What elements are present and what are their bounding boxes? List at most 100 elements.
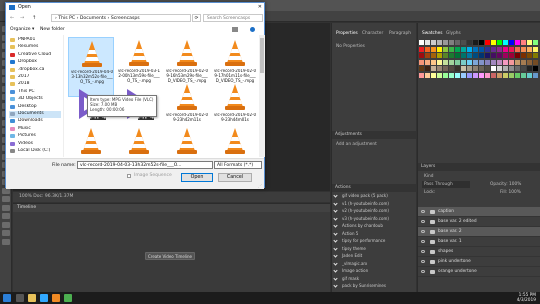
taskbar-clock[interactable]: 1:55 PM 4/3/2019 <box>517 293 536 303</box>
cancel-dialog-button[interactable]: Cancel <box>218 173 252 182</box>
nav-item[interactable]: Pictures <box>9 133 61 140</box>
swatch[interactable] <box>509 46 514 52</box>
help-icon[interactable] <box>250 27 255 32</box>
swatch[interactable] <box>509 66 514 71</box>
swatch[interactable] <box>449 59 454 65</box>
swatch[interactable] <box>443 59 448 65</box>
swatch[interactable] <box>515 66 520 71</box>
layers-kind-filter[interactable]: Kind <box>422 173 435 180</box>
action-item[interactable]: v1 (h-youtubeinfo.com) <box>332 201 417 208</box>
checkmark-icon[interactable] <box>333 223 338 228</box>
tool-icon[interactable] <box>2 196 10 202</box>
swatch[interactable] <box>533 53 538 58</box>
swatch[interactable] <box>503 66 508 71</box>
swatch[interactable] <box>479 59 484 65</box>
up-icon[interactable]: ↑ <box>32 15 36 21</box>
swatch[interactable] <box>503 72 508 78</box>
swatch[interactable] <box>491 59 496 65</box>
swatch[interactable] <box>431 59 436 65</box>
nav-item[interactable]: 2017 <box>9 74 61 81</box>
swatch[interactable] <box>503 40 508 45</box>
action-item[interactable]: pack by Sunrisemines <box>332 283 417 290</box>
swatch[interactable] <box>431 53 436 58</box>
tab-swatches[interactable]: Swatches <box>420 30 445 37</box>
swatch[interactable] <box>527 53 532 58</box>
swatch[interactable] <box>473 59 478 65</box>
swatch[interactable] <box>419 53 424 58</box>
vlc-icon[interactable] <box>52 294 60 302</box>
checkmark-icon[interactable] <box>333 230 338 236</box>
swatch[interactable] <box>473 40 478 45</box>
nav-item[interactable]: Resumes <box>9 44 61 51</box>
action-item[interactable]: tipsy theme <box>332 246 417 253</box>
swatch[interactable] <box>425 53 430 58</box>
file-item[interactable]: vlc-record-2019-02-09-23h42m11 <box>68 125 114 157</box>
swatch[interactable] <box>515 46 520 52</box>
layer-row[interactable]: base var. 2 edited <box>418 217 540 227</box>
nav-item[interactable]: Local Disk (C:) <box>9 148 61 155</box>
swatch[interactable] <box>533 59 538 65</box>
blend-mode-select[interactable]: Pass Through <box>422 181 470 188</box>
eye-icon[interactable] <box>421 250 425 253</box>
checkmark-icon[interactable] <box>333 253 338 258</box>
layer-row[interactable]: shapes <box>418 247 540 257</box>
swatch[interactable] <box>467 53 472 58</box>
swatch[interactable] <box>461 53 466 58</box>
image-sequence-checkbox[interactable] <box>127 174 131 178</box>
swatch[interactable] <box>437 53 442 58</box>
swatch[interactable] <box>515 40 520 45</box>
checkmark-icon[interactable] <box>333 238 338 243</box>
create-video-timeline-button[interactable]: Create Video Timeline <box>145 252 195 260</box>
swatch[interactable] <box>479 66 484 71</box>
swatch[interactable] <box>485 66 490 71</box>
swatch[interactable] <box>527 40 532 45</box>
swatch[interactable] <box>521 66 526 71</box>
file-name-input[interactable]: vlc-record-2019-04-03-13h32m52s-file___O… <box>77 161 213 169</box>
open-button[interactable]: Open <box>181 173 213 182</box>
organize-button[interactable]: Organize ▾ <box>10 27 34 32</box>
swatch[interactable] <box>503 53 508 58</box>
layer-row[interactable]: base var. 1 <box>418 237 540 247</box>
action-item[interactable]: _vlmagic.arx <box>332 261 417 268</box>
action-item[interactable]: tipsy for performance <box>332 238 417 245</box>
swatch[interactable] <box>449 46 454 52</box>
swatch[interactable] <box>521 72 526 78</box>
layer-row[interactable]: orange undertone <box>418 267 540 277</box>
search-input[interactable]: Search Screencasps <box>203 14 263 22</box>
fill-field[interactable]: Fill: 100% <box>498 189 523 196</box>
swatch[interactable] <box>527 66 532 71</box>
close-icon[interactable]: ✕ <box>258 4 262 10</box>
swatches-grid[interactable] <box>419 40 538 102</box>
checkmark-icon[interactable] <box>333 268 338 273</box>
tab-character[interactable]: Character <box>360 30 385 37</box>
swatch[interactable] <box>455 46 460 52</box>
swatch[interactable] <box>443 46 448 52</box>
swatch[interactable] <box>533 72 538 78</box>
scrollbar-thumb[interactable] <box>260 38 264 73</box>
tool-icon[interactable] <box>2 230 10 236</box>
nav-item[interactable]: PNPA01 <box>9 37 61 44</box>
swatch[interactable] <box>527 72 532 78</box>
swatch[interactable] <box>455 40 460 45</box>
eye-icon[interactable] <box>421 220 425 223</box>
checkmark-icon[interactable] <box>333 283 338 288</box>
swatch[interactable] <box>461 46 466 52</box>
swatch[interactable] <box>449 66 454 71</box>
swatch[interactable] <box>503 59 508 65</box>
action-item[interactable]: Actions by chardoub <box>332 223 417 230</box>
swatch[interactable] <box>485 46 490 52</box>
nav-item[interactable]: Videos <box>9 141 61 148</box>
swatch[interactable] <box>431 46 436 52</box>
swatch[interactable] <box>533 46 538 52</box>
swatch[interactable] <box>497 40 502 45</box>
eye-icon[interactable] <box>421 230 425 233</box>
swatch[interactable] <box>479 46 484 52</box>
tool-icon[interactable] <box>2 238 10 245</box>
swatch[interactable] <box>461 40 466 45</box>
swatch[interactable] <box>443 40 448 45</box>
layer-row[interactable]: pink undertone <box>418 257 540 267</box>
eye-icon[interactable] <box>421 210 425 213</box>
swatch[interactable] <box>455 72 460 78</box>
eye-icon[interactable] <box>421 260 425 263</box>
eye-icon[interactable] <box>421 240 425 243</box>
